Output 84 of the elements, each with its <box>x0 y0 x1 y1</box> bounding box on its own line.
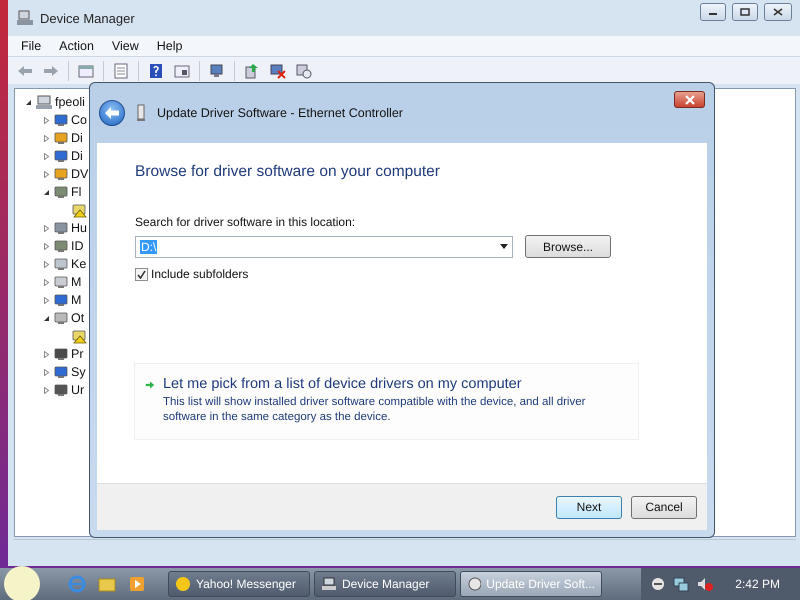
expanded-icon[interactable] <box>42 188 50 196</box>
collapsed-icon[interactable] <box>42 116 50 124</box>
collapsed-icon[interactable] <box>42 368 50 376</box>
tree-item[interactable]: Fl <box>71 185 82 199</box>
menu-item[interactable]: File <box>12 39 50 53</box>
tree-item[interactable]: M <box>71 293 82 307</box>
tree-item[interactable]: Sy <box>71 365 86 379</box>
checkbox-label: Include subfolders <box>151 267 248 281</box>
device-icon <box>53 256 69 272</box>
minimize-button[interactable] <box>700 3 726 21</box>
device-icon <box>53 274 69 290</box>
tree-item[interactable]: Di <box>71 131 83 145</box>
next-button[interactable]: Next <box>556 496 622 518</box>
computer-icon <box>35 94 53 110</box>
network-card-icon <box>135 104 147 122</box>
device-icon <box>53 166 69 182</box>
dropdown-icon <box>500 244 508 249</box>
option-description: This list will show installed driver software compatible with the device, and all driver software in the same category as the device. <box>162 395 586 425</box>
include-subfolders-checkbox[interactable] <box>135 268 148 280</box>
tree-item[interactable]: DV <box>71 167 88 181</box>
tree-item[interactable]: ID <box>71 239 84 253</box>
collapsed-icon[interactable] <box>42 278 50 286</box>
collapsed-icon[interactable] <box>42 170 50 178</box>
browse-button[interactable]: Browse... <box>525 235 611 258</box>
pick-driver-option[interactable]: Let me pick from a list of device drivers on my computer This list will show installed driver software compatible with the device, and all driver software in the same category as the device. <box>134 363 639 440</box>
tree-item[interactable]: Co <box>71 113 87 127</box>
device-icon <box>53 112 69 128</box>
dialog-title: Update Driver Software - Ethernet Controller <box>157 106 403 120</box>
start-button[interactable] <box>4 566 40 600</box>
muted-speaker-icon[interactable] <box>697 576 714 592</box>
taskbar-button[interactable]: Yahoo! Messenger <box>168 571 310 597</box>
expanded-icon[interactable] <box>42 314 50 322</box>
device-icon <box>53 292 69 308</box>
network-icon[interactable] <box>673 576 690 592</box>
cancel-button[interactable]: Cancel <box>631 496 697 518</box>
window-title: Device Manager <box>40 10 136 26</box>
tree-item[interactable]: Di <box>71 149 83 163</box>
menu-item[interactable]: View <box>102 39 148 53</box>
collapsed-icon[interactable] <box>42 134 50 142</box>
messenger-status-icon[interactable] <box>651 577 666 591</box>
collapsed-icon[interactable] <box>42 296 50 304</box>
tree-item[interactable]: M <box>71 275 82 289</box>
computer-icon <box>321 576 337 592</box>
warning-device-icon <box>71 202 87 218</box>
device-icon <box>53 184 69 200</box>
warning-device-icon <box>71 328 87 344</box>
dialog-heading: Browse for driver software on your computer <box>135 163 441 181</box>
arrow-icon <box>145 379 155 391</box>
device-manager-icon <box>16 10 34 26</box>
device-icon <box>53 148 69 164</box>
tree-item[interactable]: Ke <box>71 257 86 271</box>
maximize-icon <box>740 8 750 16</box>
expanded-icon[interactable] <box>24 98 32 106</box>
tree-item[interactable]: Hu <box>71 221 87 235</box>
maximize-button[interactable] <box>732 3 758 21</box>
collapsed-icon[interactable] <box>42 152 50 160</box>
collapsed-icon[interactable] <box>42 386 50 394</box>
collapsed-icon[interactable] <box>42 350 50 358</box>
option-title[interactable]: Let me pick from a list of device drivers on my computer <box>162 376 628 392</box>
close-icon <box>684 94 696 104</box>
tree-item[interactable]: fpeoli <box>55 95 85 109</box>
device-icon <box>53 346 69 362</box>
device-icon <box>53 310 69 326</box>
close-button[interactable] <box>674 91 705 108</box>
device-icon <box>53 382 69 398</box>
back-arrow-icon <box>104 106 120 120</box>
close-button[interactable] <box>764 3 792 21</box>
tree-item[interactable]: Ur <box>71 383 84 397</box>
menu-item[interactable]: Action <box>50 39 103 53</box>
collapsed-icon[interactable] <box>42 242 50 250</box>
device-icon <box>53 238 69 254</box>
close-icon <box>773 8 783 16</box>
collapsed-icon[interactable] <box>42 260 50 268</box>
back-button[interactable] <box>99 100 125 126</box>
menu-item[interactable]: Help <box>148 39 192 53</box>
clock[interactable]: 2:42 PM <box>735 577 780 591</box>
tree-item[interactable]: Ot <box>71 311 84 325</box>
device-icon <box>53 220 69 236</box>
tree-item[interactable]: Pr <box>71 347 84 361</box>
device-icon <box>53 364 69 380</box>
device-icon <box>53 130 69 146</box>
location-label: Search for driver software in this location: <box>135 215 356 229</box>
collapsed-icon[interactable] <box>42 224 50 232</box>
taskbar-button[interactable]: Device Manager <box>314 571 456 597</box>
